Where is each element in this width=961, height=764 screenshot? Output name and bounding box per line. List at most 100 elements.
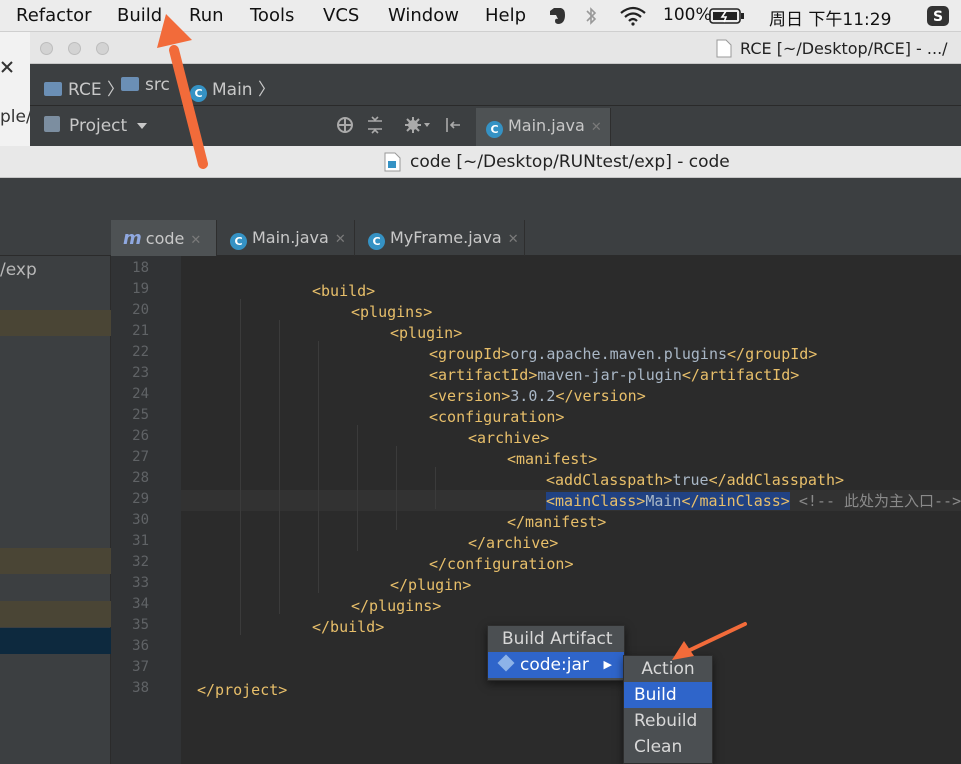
code-line: </configuration> xyxy=(429,554,574,575)
line-number: 33 xyxy=(132,575,149,591)
tree-row-highlight[interactable] xyxy=(0,310,111,336)
line-number: 27 xyxy=(132,449,149,465)
class-icon: C xyxy=(190,85,207,102)
code-line: <addClasspath>true</addClasspath> xyxy=(546,470,844,491)
tab-main-java[interactable]: C Main.java ✕ xyxy=(217,220,355,256)
sogou-input-icon[interactable]: S xyxy=(926,5,950,27)
close-icon[interactable] xyxy=(0,60,14,74)
tab-code[interactable]: m code ✕ xyxy=(111,220,217,256)
xml-open-tag: </build> xyxy=(312,618,385,636)
artifact-item-code-jar[interactable]: code:jar ▶ xyxy=(488,652,624,678)
xml-text-value: org.apache.maven.plugins xyxy=(510,345,728,363)
code-line: <plugins> xyxy=(351,302,432,323)
tree-row-highlight[interactable] xyxy=(0,601,111,627)
battery-percent: 100% xyxy=(663,5,712,25)
chevron-down-icon[interactable] xyxy=(136,122,148,130)
gear-icon[interactable] xyxy=(404,116,432,134)
artifact-icon xyxy=(497,654,515,672)
line-number: 30 xyxy=(132,512,149,528)
code-editor[interactable]: <build> <plugins> <plugin> <groupId>org.apa… xyxy=(181,256,961,764)
xml-text-value: true xyxy=(672,471,709,489)
rce-tab-main-java[interactable]: C Main.java ✕ xyxy=(476,108,611,146)
xml-open-tag: </plugins> xyxy=(351,597,442,615)
indent-guide xyxy=(240,299,241,635)
action-popup: Action Build Rebuild Clean xyxy=(623,655,713,764)
wifi-icon[interactable] xyxy=(619,6,647,26)
selected-text: <mainClass>Main</mainClass> xyxy=(546,492,790,510)
xml-open-tag: <archive> xyxy=(468,429,550,447)
line-number: 38 xyxy=(132,680,149,696)
line-number: 26 xyxy=(132,428,149,444)
line-number: 21 xyxy=(132,323,149,339)
close-tab-icon[interactable]: ✕ xyxy=(335,232,346,247)
menubar-clock[interactable]: 周日 下午11:29 xyxy=(769,5,891,30)
xml-open-tag: <addClasspath> xyxy=(546,471,673,489)
action-clean[interactable]: Clean xyxy=(624,734,712,760)
evernote-icon[interactable] xyxy=(546,6,568,26)
xml-open-tag: <build> xyxy=(312,282,376,300)
hide-panel-icon[interactable] xyxy=(444,116,462,134)
xml-open-tag: </manifest> xyxy=(507,513,607,531)
close-tab-icon[interactable]: ✕ xyxy=(591,120,602,135)
locate-icon[interactable] xyxy=(336,116,354,134)
tree-row-selected[interactable] xyxy=(0,628,111,654)
rce-window-title: RCE [~/Desktop/RCE] - .../ xyxy=(740,39,948,58)
editor-gutter: 18 19 20 21 22 23 24 25 26 27 28 29 30 31 32 33 34 35 36 37… xyxy=(111,256,194,764)
tree-row-highlight[interactable] xyxy=(0,548,111,574)
code-line: </build> xyxy=(312,617,384,638)
code-line: </project> xyxy=(197,680,287,701)
action-rebuild[interactable]: Rebuild xyxy=(624,708,712,734)
bluetooth-icon[interactable] xyxy=(584,6,598,26)
menu-help[interactable]: Help xyxy=(485,5,526,26)
indent-guide xyxy=(435,467,436,509)
xml-close-tag: </groupId> xyxy=(727,345,818,363)
xml-open-tag: </archive> xyxy=(468,534,559,552)
code-line: </archive> xyxy=(468,533,558,554)
project-view-label[interactable]: Project xyxy=(69,116,127,136)
code-line: <manifest> xyxy=(507,449,597,470)
code-line: </plugin> xyxy=(390,575,471,596)
xml-open-tag: <mainClass> xyxy=(546,492,646,510)
menu-vcs[interactable]: VCS xyxy=(323,5,359,26)
breadcrumb-main[interactable]: C Main 〉 xyxy=(190,75,275,102)
svg-text:S: S xyxy=(933,9,943,25)
menu-refactor[interactable]: Refactor xyxy=(16,5,92,26)
xml-open-tag: </plugin> xyxy=(390,576,472,594)
action-title: Action xyxy=(641,659,695,679)
action-build[interactable]: Build xyxy=(624,682,712,708)
window-minimize-light[interactable] xyxy=(68,42,81,55)
battery-icon[interactable] xyxy=(709,7,745,25)
breadcrumb-src[interactable]: src xyxy=(121,75,170,95)
code-line: <configuration> xyxy=(429,407,564,428)
menu-tools[interactable]: Tools xyxy=(250,5,294,26)
line-number: 37 xyxy=(132,659,149,675)
breadcrumb-rce[interactable]: RCE 〉 xyxy=(44,75,124,100)
line-number: 28 xyxy=(132,470,149,486)
class-icon: C xyxy=(486,121,503,138)
xml-open-tag: <plugin> xyxy=(390,324,463,342)
line-number: 20 xyxy=(132,302,149,318)
xml-comment: <!-- 此处为主入口--> xyxy=(798,492,961,510)
xml-open-tag: <plugins> xyxy=(351,303,433,321)
line-number: 22 xyxy=(132,344,149,360)
xml-open-tag: </configuration> xyxy=(429,555,574,573)
code-line: </manifest> xyxy=(507,512,606,533)
close-tab-icon[interactable]: ✕ xyxy=(508,232,519,247)
indent-guide xyxy=(396,446,397,530)
menu-window[interactable]: Window xyxy=(388,5,459,26)
collapse-all-icon[interactable] xyxy=(366,116,384,134)
project-root-path[interactable]: /exp xyxy=(0,260,37,280)
tab-myframe-java[interactable]: C MyFrame.java ✕ xyxy=(355,220,525,256)
project-tree-panel[interactable]: /exp xyxy=(0,256,111,764)
line-number: 25 xyxy=(132,407,149,423)
line-number: 19 xyxy=(132,281,149,297)
code-line: <mainClass>Main</mainClass> <!-- 此处为主入口-… xyxy=(546,491,961,512)
close-tab-icon[interactable]: ✕ xyxy=(190,233,201,248)
module-folder-icon xyxy=(44,82,62,96)
code-line: <build> xyxy=(312,281,375,302)
window-close-light[interactable] xyxy=(40,42,53,55)
window-zoom-light[interactable] xyxy=(96,42,109,55)
editor-tab-bar: m code ✕ C Main.java ✕ C MyFrame.java ✕ xyxy=(0,220,961,256)
menu-run[interactable]: Run xyxy=(189,5,224,26)
menu-build[interactable]: Build xyxy=(117,5,162,26)
